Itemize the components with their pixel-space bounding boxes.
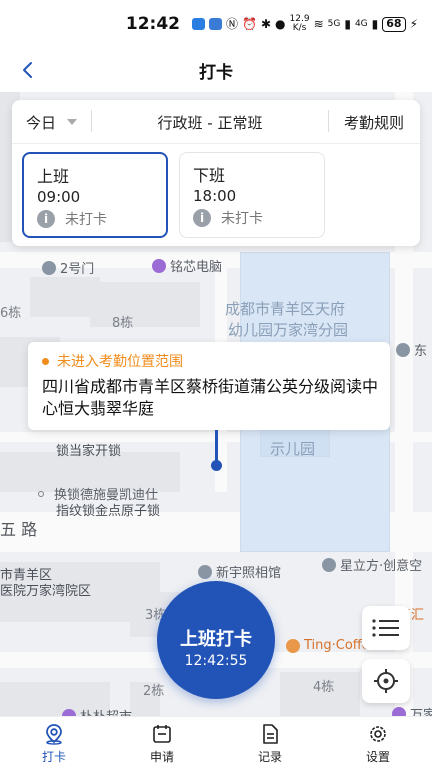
locate-button[interactable] [362, 659, 410, 703]
location-popup: 未进入考勤位置范围 四川省成都市青羊区蔡桥街道蒲公英分级阅读中心恒大翡翠华庭 [28, 342, 390, 430]
settings-icon [370, 726, 386, 742]
shift-card: 今日 行政班 - 正常班 考勤规则 上班 09:00 i 未打卡 下班 18:0… [12, 100, 420, 246]
punch-icon [46, 724, 62, 745]
map-label-lock1: 锁当家开锁 [56, 444, 122, 459]
photo-poi-icon [198, 564, 212, 579]
apply-icon [153, 725, 171, 743]
map-label-road: 五 路 [0, 520, 38, 539]
record-icon [263, 724, 278, 744]
coffee-poi-icon [286, 638, 300, 653]
list-icon [372, 619, 399, 637]
alarm-icon: ⏰ [242, 17, 257, 31]
map-poi-star[interactable]: 星立方·创意空 [322, 555, 422, 574]
nfc-icon: Ⓝ [226, 17, 239, 31]
attendance-rules-link[interactable]: 考勤规则 [330, 112, 418, 133]
nav-label: 打卡 [41, 750, 66, 764]
caret-down-icon[interactable] [67, 119, 77, 125]
location-status: 未进入考勤位置范围 [42, 351, 183, 371]
bottom-nav: 打卡 申请 记录 设置 [0, 716, 432, 768]
app-notification-icon [192, 18, 205, 30]
map-poi-east[interactable]: 东 [396, 340, 427, 359]
map-label-lock3: 指纹锁金点原子锁 [56, 504, 161, 519]
slot-status-text: 未打卡 [221, 211, 263, 227]
shop-poi-icon [152, 258, 166, 273]
bluetooth-icon: ✱ [260, 17, 272, 31]
network-5g: 5G [327, 18, 341, 29]
map-poi-wanjia[interactable]: 万家 [392, 704, 432, 716]
map-poi-shop[interactable]: 铭芯电脑 [152, 256, 222, 275]
network-4g: 4G [354, 18, 368, 29]
shift-name: 行政班 - 正常班 [157, 114, 263, 132]
map-label-hosp2: 医院万家湾院区 [0, 584, 92, 599]
slot-time: 18:00 [193, 187, 237, 205]
slot-label: 下班 [193, 166, 226, 185]
nav-item-punch[interactable]: 打卡 [0, 717, 108, 768]
slot-time: 09:00 [37, 188, 81, 206]
shift-header: 今日 行政班 - 正常班 考勤规则 [12, 100, 420, 144]
map-poi-market[interactable]: 朴朴超市 [62, 706, 132, 716]
map-poi-gate[interactable]: 2号门 [42, 258, 94, 277]
map-label-b6: 6栋 [0, 306, 22, 321]
punch-button[interactable]: 上班打卡 12:42:55 [157, 581, 275, 699]
wanjia-poi-icon [392, 706, 406, 716]
list-button[interactable] [362, 606, 410, 650]
map-label-kinder1: 成都市青羊区天府 [225, 300, 346, 318]
map-label-b2: 2栋 [143, 684, 165, 699]
map-poi-photo[interactable]: 新宇照相馆 [198, 562, 281, 581]
signal-icon-2: ▮ [371, 17, 379, 31]
nav-label: 申请 [149, 750, 174, 764]
star-poi-icon [322, 557, 336, 572]
map-label-kid-park: 示儿园 [270, 440, 316, 458]
charging-icon: ⚡ [409, 17, 418, 31]
nav-item-settings[interactable]: 设置 [324, 717, 432, 768]
clock-out-slot[interactable]: 下班 18:00 i 未打卡 [179, 152, 325, 238]
slot-status-text: 未打卡 [65, 212, 107, 228]
map-block [90, 282, 200, 327]
app-header: 打卡 [0, 48, 432, 92]
info-icon: i [37, 210, 55, 228]
clock-in-slot[interactable]: 上班 09:00 i 未打卡 [22, 152, 168, 238]
wifi-icon: ≋ [313, 17, 324, 31]
map-label-b8: 8栋 [112, 316, 134, 331]
info-icon: i [193, 209, 211, 227]
nav-item-record[interactable]: 记录 [216, 717, 324, 768]
east-poi-icon [396, 342, 410, 357]
location-pin-stem [215, 430, 218, 462]
locate-icon [374, 669, 398, 693]
signal-icon: ▮ [344, 17, 351, 31]
market-poi-icon [62, 708, 76, 716]
slot-status: i 未打卡 [193, 208, 263, 228]
battery-indicator: 68 [382, 16, 406, 32]
status-time: 12:42 [125, 14, 180, 34]
map-label-kinder2: 幼儿园万家湾分园 [228, 321, 349, 339]
nav-label: 设置 [365, 750, 390, 764]
page-title: 打卡 [199, 63, 233, 83]
location-address: 四川省成都市青羊区蔡桥街道蒲公英分级阅读中心恒大翡翠华庭 [42, 377, 379, 418]
gate-poi-icon [42, 260, 56, 275]
divider [328, 110, 329, 132]
location-status-text: 未进入考勤位置范围 [57, 354, 183, 370]
punch-time: 12:42:55 [184, 653, 248, 669]
location-pin-icon [211, 460, 222, 471]
warning-dot-icon [42, 357, 49, 365]
app-notification-icon-2 [209, 18, 222, 30]
location-icon: ● [275, 17, 286, 31]
date-selector[interactable]: 今日 [26, 112, 56, 133]
nav-label: 记录 [257, 750, 282, 764]
punch-label: 上班打卡 [180, 629, 252, 650]
slot-status: i 未打卡 [37, 209, 107, 229]
status-bar: 12:42 Ⓝ ⏰ ✱ ● 12.9 K/s ≋ 5G ▮ 4G ▮ 68 ⚡ [0, 0, 432, 48]
lock-poi-icon [38, 490, 44, 497]
nav-item-apply[interactable]: 申请 [108, 717, 216, 768]
net-speed: 12.9 K/s [289, 14, 310, 33]
slot-label: 上班 [37, 167, 70, 186]
map-label-b4: 4栋 [313, 680, 335, 695]
